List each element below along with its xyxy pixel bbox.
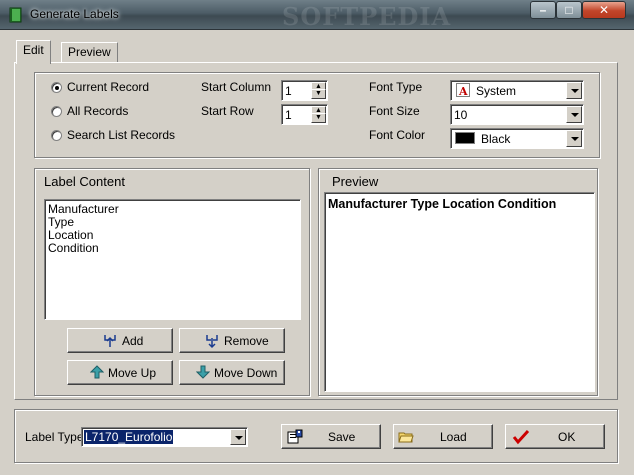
list-item[interactable]: Location: [48, 228, 93, 242]
radio-current-record[interactable]: [51, 82, 62, 93]
spin-down-icon[interactable]: ▼: [311, 113, 326, 123]
radio-all-records-label[interactable]: All Records: [67, 104, 128, 118]
move-up-button[interactable]: Move Up: [67, 360, 173, 385]
close-icon: ✕: [598, 3, 610, 17]
list-item[interactable]: Condition: [48, 241, 99, 255]
radio-search-list-records[interactable]: [51, 130, 62, 141]
close-button[interactable]: ✕: [582, 1, 626, 19]
remove-button-label: Remove: [224, 334, 269, 348]
start-column-label: Start Column: [201, 80, 272, 94]
start-row-value: 1: [285, 108, 292, 122]
preview-box: Manufacturer Type Location Condition: [324, 192, 595, 392]
font-color-select[interactable]: Black: [450, 128, 584, 149]
maximize-button[interactable]: □: [556, 1, 582, 19]
font-color-value: Black: [481, 132, 511, 146]
start-row-label: Start Row: [201, 104, 254, 118]
start-row-spinner[interactable]: 1 ▲ ▼: [281, 104, 328, 125]
label-content-title: Label Content: [44, 174, 125, 189]
add-button[interactable]: Add: [67, 328, 173, 353]
checkmark-icon: [512, 428, 530, 449]
label-type-value: L7170_Eurofolio: [84, 430, 174, 444]
font-size-value: 10: [454, 108, 468, 122]
tab-edit-label: Edit: [23, 43, 44, 57]
maximize-icon: □: [565, 3, 573, 17]
radio-all-records[interactable]: [51, 106, 62, 117]
load-button[interactable]: Load: [393, 424, 493, 449]
chevron-down-icon[interactable]: [566, 130, 582, 147]
arrow-up-icon: [89, 365, 105, 382]
add-button-label: Add: [122, 334, 144, 348]
save-icon: [287, 429, 303, 448]
minimize-icon: –: [539, 3, 547, 17]
chevron-down-icon[interactable]: [566, 82, 582, 99]
spin-down-icon[interactable]: ▼: [311, 89, 326, 99]
remove-button[interactable]: Remove: [179, 328, 285, 353]
label-type-label: Label Type: [25, 430, 84, 444]
preview-text: Manufacturer Type Location Condition: [328, 197, 557, 211]
font-type-value: System: [476, 84, 517, 98]
tab-preview-label: Preview: [68, 45, 111, 59]
preview-title: Preview: [332, 174, 379, 189]
app-book-icon: [8, 7, 24, 23]
label-content-list[interactable]: Manufacturer Type Location Condition: [44, 199, 301, 320]
font-color-label: Font Color: [369, 128, 426, 142]
ok-button[interactable]: OK: [505, 424, 605, 449]
font-size-select[interactable]: 10: [450, 104, 584, 125]
save-button[interactable]: Save: [281, 424, 381, 449]
label-type-select[interactable]: L7170_Eurofolio: [81, 427, 248, 447]
save-button-label: Save: [328, 430, 356, 444]
add-field-icon: [102, 333, 118, 352]
font-type-icon: A: [456, 83, 470, 98]
font-size-label: Font Size: [369, 104, 420, 118]
move-down-button-label: Move Down: [214, 366, 278, 380]
move-up-button-label: Move Up: [108, 366, 157, 380]
ok-button-label: OK: [558, 430, 576, 444]
remove-field-icon: [204, 333, 220, 352]
start-column-spinner[interactable]: 1 ▲ ▼: [281, 80, 328, 101]
folder-icon: [398, 429, 414, 448]
radio-search-list-records-label[interactable]: Search List Records: [67, 128, 175, 142]
svg-text:A: A: [458, 85, 468, 96]
chevron-down-icon[interactable]: [230, 429, 246, 445]
window-title: Generate Labels: [30, 7, 119, 21]
arrow-down-icon: [195, 365, 211, 382]
font-type-label: Font Type: [369, 80, 423, 94]
color-swatch: [455, 132, 475, 144]
start-column-value: 1: [285, 84, 292, 98]
chevron-down-icon[interactable]: [566, 106, 582, 123]
radio-current-record-label[interactable]: Current Record: [67, 80, 149, 94]
tab-edit[interactable]: Edit: [16, 40, 51, 64]
list-item[interactable]: Manufacturer: [48, 202, 119, 216]
tab-preview[interactable]: Preview: [61, 42, 118, 62]
font-type-select[interactable]: A System: [450, 80, 584, 101]
list-item[interactable]: Type: [48, 215, 74, 229]
minimize-button[interactable]: –: [530, 1, 556, 19]
move-down-button[interactable]: Move Down: [179, 360, 285, 385]
load-button-label: Load: [440, 430, 467, 444]
watermark: SOFTPEDIA: [282, 2, 452, 31]
